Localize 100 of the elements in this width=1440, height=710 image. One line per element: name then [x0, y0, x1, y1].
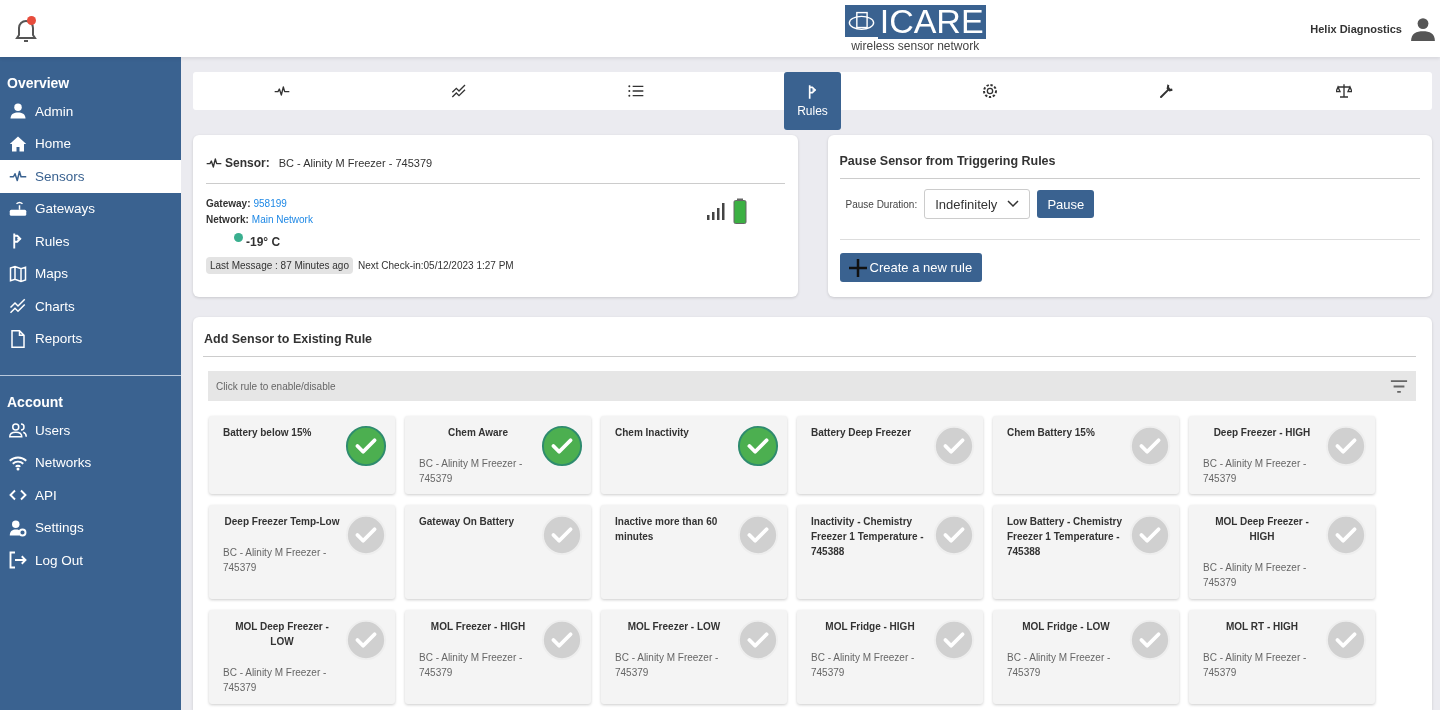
rule-name: Deep Freezer - HIGH [1212, 426, 1312, 440]
pulse-icon [273, 83, 290, 99]
rule-card[interactable]: MOL Fridge - HIGH BC - Alinity M Freezer - 745379 [797, 610, 983, 704]
scale-icon [1335, 83, 1352, 99]
rule-card[interactable]: Inactive more than 60 minutes [601, 505, 787, 599]
rule-name: MOL Deep Freezer - LOW [234, 620, 330, 649]
rule-name: MOL Freezer - LOW [626, 620, 722, 634]
rule-name: MOL Deep Freezer - HIGH [1214, 515, 1310, 544]
tab[interactable]: Rules [784, 72, 841, 130]
field-label: Gateway: [206, 198, 251, 209]
rule-card[interactable]: Deep Freezer - HIGH BC - Alinity M Freezer - 745379 [1189, 416, 1375, 494]
section-heading: Overview [6, 74, 71, 93]
rule-card[interactable]: Low Battery - Chemistry Freezer 1 Temperature - 745388 [993, 505, 1179, 599]
field-label: Network: [206, 214, 249, 225]
rule-card[interactable]: Battery below 15% [209, 416, 395, 494]
sensor-name: BC - Alinity M Freezer - 745379 [278, 157, 433, 169]
chart-icon [9, 297, 27, 316]
rule-name: MOL Fridge - HIGH [824, 620, 916, 634]
router-icon [9, 199, 27, 218]
rule-name: Chem Battery 15% [1007, 426, 1096, 440]
rule-name: Gateway On Battery [419, 515, 516, 529]
link[interactable]: 958199 [253, 198, 287, 209]
field-label: Pause Duration: [845, 198, 918, 210]
users-icon [9, 421, 27, 440]
signal-icon [705, 201, 728, 221]
check-circle-icon[interactable] [345, 425, 387, 467]
map-icon [9, 264, 27, 283]
sensor-label: Sensor: [225, 156, 270, 170]
wrench-icon [1158, 83, 1175, 99]
rule-sensor: BC - Alinity M Freezer - 745379 [419, 457, 524, 486]
sidebar-item[interactable]: API [0, 479, 181, 512]
rule-name: Chem Inactivity [615, 426, 690, 440]
rule-sensor: BC - Alinity M Freezer - 745379 [419, 651, 524, 680]
check-circle-icon[interactable] [737, 425, 779, 467]
logout-icon [9, 551, 27, 570]
sidebar-item[interactable]: Maps [0, 257, 181, 290]
hint-text: Click rule to enable/disable [216, 380, 336, 392]
user-gear-icon [9, 518, 27, 537]
rule-sensor: BC - Alinity M Freezer - 745379 [1203, 561, 1308, 590]
rule-name: MOL Freezer - HIGH [429, 620, 527, 634]
sidebar-item[interactable]: Settings [0, 511, 181, 544]
sidebar-item[interactable]: Admin [0, 95, 181, 128]
rule-card[interactable]: MOL Deep Freezer - LOW BC - Alinity M Freezer - 745379 [209, 610, 395, 704]
settings-icon [981, 83, 998, 99]
battery-icon [732, 198, 747, 224]
rule-sensor: BC - Alinity M Freezer - 745379 [1007, 651, 1112, 680]
rule-card[interactable]: MOL Freezer - LOW BC - Alinity M Freezer - 745379 [601, 610, 787, 704]
rule-name: Low Battery - Chemistry Freezer 1 Temperature - 745388 [1007, 515, 1124, 559]
rule-card[interactable]: Chem Inactivity [601, 416, 787, 494]
rule-name: MOL RT - HIGH [1225, 620, 1299, 634]
rule-card[interactable]: Inactivity - Chemistry Freezer 1 Temperature - 745388 [797, 505, 983, 599]
link[interactable]: Main Network [251, 214, 313, 225]
chart-icon [450, 83, 467, 99]
section-heading: Account [6, 393, 64, 412]
create-rule-button[interactable]: Create a new rule [839, 253, 983, 282]
list-icon [627, 83, 644, 99]
duration-select[interactable]: Indefinitely [924, 189, 1031, 219]
account-name[interactable]: Helix Diagnostics [1310, 22, 1402, 35]
rule-sensor: BC - Alinity M Freezer - 745379 [223, 546, 328, 575]
sidebar-item[interactable]: Home [0, 127, 181, 160]
rule-sensor: BC - Alinity M Freezer - 745379 [223, 666, 328, 695]
person-icon [9, 102, 27, 121]
rule-card[interactable]: Chem Aware BC - Alinity M Freezer - 745379 [405, 416, 591, 494]
sidebar-item[interactable]: Rules [0, 225, 181, 258]
rule-sensor: BC - Alinity M Freezer - 745379 [1203, 651, 1308, 680]
rule-card[interactable]: MOL Freezer - HIGH BC - Alinity M Freezer - 745379 [405, 610, 591, 704]
check-circle-icon[interactable] [541, 425, 583, 467]
logo-icon [844, 4, 878, 37]
rule-card[interactable]: MOL Fridge - LOW BC - Alinity M Freezer - 745379 [993, 610, 1179, 704]
rule-card[interactable]: Gateway On Battery [405, 505, 591, 599]
filter-icon[interactable] [1390, 379, 1408, 393]
home-icon [9, 134, 27, 153]
sidebar-item[interactable]: Reports [0, 322, 181, 355]
document-icon [9, 329, 27, 348]
rule-card[interactable]: MOL Deep Freezer - HIGH BC - Alinity M Freezer - 745379 [1189, 505, 1375, 599]
rule-name: Inactivity - Chemistry Freezer 1 Temperature - 745388 [811, 515, 925, 559]
rule-card[interactable]: Deep Freezer Temp-Low BC - Alinity M Freezer - 745379 [209, 505, 395, 599]
sidebar-item[interactable]: Gateways [0, 192, 181, 225]
plus-icon [847, 257, 868, 278]
user-icon[interactable] [1410, 15, 1436, 42]
temperature-reading: -19° C [246, 235, 281, 249]
last-message-badge: Last Message : 87 Minutes ago [206, 257, 353, 274]
sidebar-item[interactable]: Charts [0, 290, 181, 323]
rule-sensor: BC - Alinity M Freezer - 745379 [811, 651, 916, 680]
sidebar-item[interactable]: Users [0, 414, 181, 447]
chevron-down-icon [1007, 200, 1020, 208]
rule-name: Deep Freezer Temp-Low [223, 515, 341, 529]
rule-sensor: BC - Alinity M Freezer - 745379 [615, 651, 720, 680]
rule-name: Inactive more than 60 minutes [615, 515, 719, 544]
rule-card[interactable]: MOL RT - HIGH BC - Alinity M Freezer - 745379 [1189, 610, 1375, 704]
sidebar-item[interactable]: Networks [0, 446, 181, 479]
rule-card[interactable]: Battery Deep Freezer [797, 416, 983, 494]
sidebar-item[interactable]: Log Out [0, 544, 181, 577]
rule-name: Battery below 15% [223, 426, 313, 440]
rule-sensor: BC - Alinity M Freezer - 745379 [1203, 457, 1308, 486]
sidebar-item[interactable]: Sensors [0, 160, 181, 193]
bell-icon[interactable] [14, 17, 38, 44]
rule-name: Chem Aware [447, 426, 509, 440]
rule-card[interactable]: Chem Battery 15% [993, 416, 1179, 494]
pause-button[interactable]: Pause [1037, 190, 1095, 218]
